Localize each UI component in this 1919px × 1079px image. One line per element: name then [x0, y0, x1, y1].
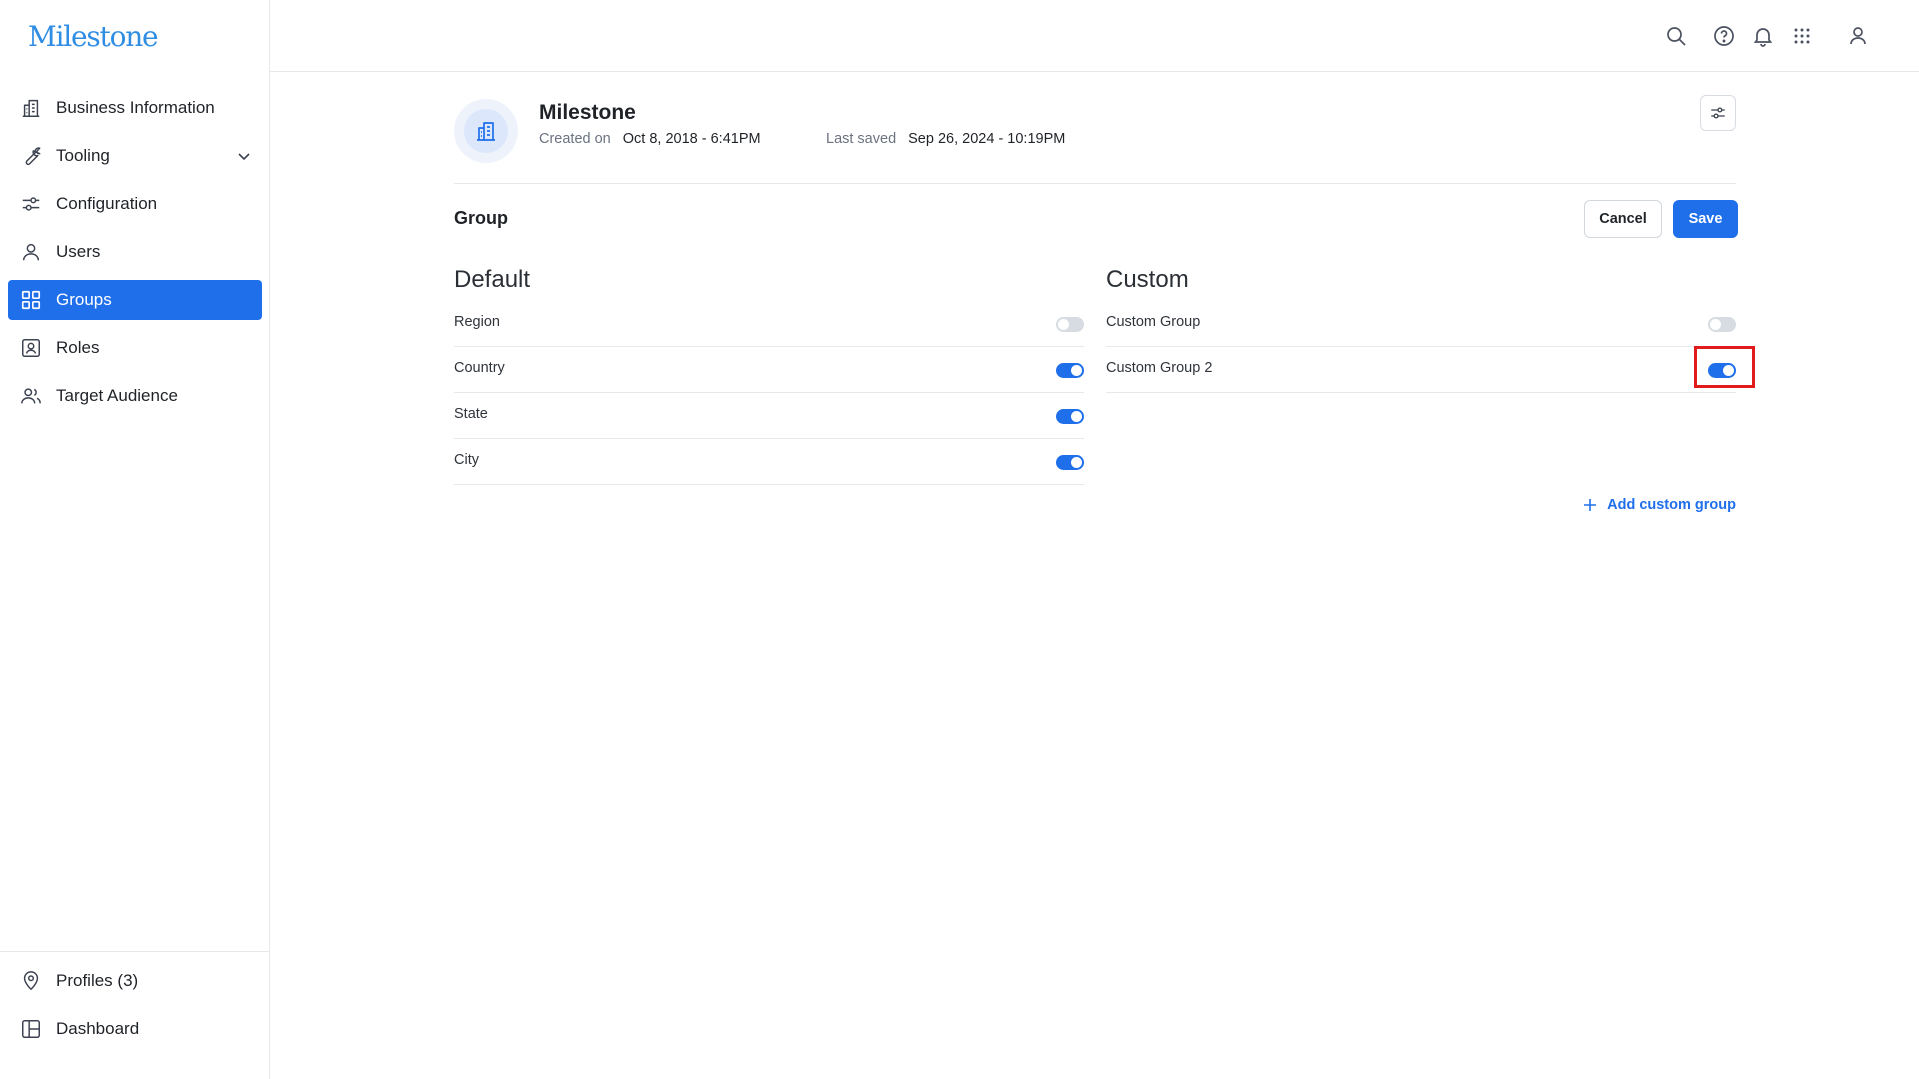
- sidebar-item-roles[interactable]: Roles: [8, 328, 262, 368]
- sidebar-bottom: Profiles (3) Dashboard: [0, 951, 269, 1038]
- sliders-icon: [20, 193, 42, 215]
- sidebar-item-label: Groups: [56, 290, 112, 309]
- plus-icon: [1583, 498, 1597, 512]
- group-label: Country: [454, 360, 505, 376]
- created-value: Oct 8, 2018 - 6:41PM: [622, 131, 761, 147]
- settings-button[interactable]: [1700, 95, 1736, 131]
- sidebar: Milestone Business Information Tooling C…: [0, 0, 270, 1079]
- user-icon: [20, 241, 42, 263]
- custom-group-2-toggle[interactable]: [1708, 363, 1736, 378]
- default-groups-panel: Default Region Country State City: [454, 265, 1084, 485]
- chevron-down-icon[interactable]: [236, 148, 252, 164]
- sidebar-item-tooling[interactable]: Tooling: [8, 136, 262, 176]
- profile-name: Milestone: [539, 101, 636, 124]
- sidebar-item-label: Target Audience: [56, 386, 178, 405]
- top-bar: [270, 0, 1919, 72]
- save-button[interactable]: Save: [1673, 200, 1738, 238]
- sidebar-item-groups[interactable]: Groups: [8, 280, 262, 320]
- grid-icon: [20, 289, 42, 311]
- sidebar-item-label: Users: [56, 242, 101, 261]
- sidebar-item-business-information[interactable]: Business Information: [8, 88, 262, 128]
- wrench-icon: [20, 145, 42, 167]
- profile-avatar: [454, 99, 518, 163]
- sidebar-item-label: Business Information: [56, 98, 215, 117]
- toggle-knob: [1071, 457, 1082, 468]
- apps-grid-icon[interactable]: [1790, 24, 1814, 48]
- toggle-knob: [1058, 319, 1069, 330]
- created-label: Created on: [539, 131, 611, 147]
- map-pin-icon: [20, 970, 42, 992]
- building-icon: [20, 97, 42, 119]
- group-label: Custom Group: [1106, 314, 1201, 330]
- saved-value: Sep 26, 2024 - 10:19PM: [908, 131, 1066, 147]
- sidebar-item-label: Configuration: [56, 194, 158, 213]
- sidebar-nav: Business Information Tooling Configurati…: [8, 88, 262, 424]
- custom-groups-panel: Custom Custom Group Custom Group 2: [1106, 265, 1755, 393]
- saved-label: Last saved: [826, 131, 897, 147]
- search-icon[interactable]: [1664, 24, 1688, 48]
- sidebar-item-dashboard[interactable]: Dashboard: [8, 1009, 262, 1049]
- add-custom-group-label: Add custom group: [1607, 497, 1736, 513]
- header-divider: [454, 183, 1736, 184]
- help-circle-icon[interactable]: [1712, 24, 1736, 48]
- group-row-region: Region: [454, 301, 1084, 347]
- sidebar-item-label: Roles: [56, 338, 100, 357]
- group-label: Custom Group 2: [1106, 360, 1213, 376]
- region-toggle[interactable]: [1056, 317, 1084, 332]
- bell-icon[interactable]: [1751, 24, 1775, 48]
- section-title: Group: [454, 208, 508, 228]
- city-toggle[interactable]: [1056, 455, 1084, 470]
- custom-group-toggle[interactable]: [1708, 317, 1736, 332]
- sidebar-item-profiles[interactable]: Profiles (3): [8, 961, 262, 1001]
- users-icon: [20, 385, 42, 407]
- created-meta: Created on Oct 8, 2018 - 6:41PM: [539, 131, 761, 147]
- country-toggle[interactable]: [1056, 363, 1084, 378]
- group-row-custom-group: Custom Group: [1106, 301, 1736, 347]
- toggle-knob: [1710, 319, 1721, 330]
- sidebar-item-label: Tooling: [56, 146, 110, 165]
- state-toggle[interactable]: [1056, 409, 1084, 424]
- sidebar-item-label: Dashboard: [56, 1019, 140, 1038]
- sidebar-item-target-audience[interactable]: Target Audience: [8, 376, 262, 416]
- sidebar-item-users[interactable]: Users: [8, 232, 262, 272]
- id-badge-icon: [20, 337, 42, 359]
- group-label: Region: [454, 314, 500, 330]
- layout-icon: [20, 1018, 42, 1040]
- group-label: City: [454, 452, 479, 468]
- group-row-country: Country: [454, 347, 1084, 393]
- cancel-button[interactable]: Cancel: [1584, 200, 1662, 238]
- toggle-knob: [1723, 365, 1734, 376]
- group-label: State: [454, 406, 488, 422]
- group-row-custom-group-2: Custom Group 2: [1106, 346, 1755, 393]
- default-groups-title: Default: [454, 266, 531, 293]
- toggle-knob: [1071, 365, 1082, 376]
- saved-meta: Last saved Sep 26, 2024 - 10:19PM: [826, 131, 1065, 147]
- sidebar-item-label: Profiles (3): [56, 971, 139, 990]
- account-icon[interactable]: [1846, 24, 1870, 48]
- building-icon: [474, 119, 498, 143]
- sidebar-item-configuration[interactable]: Configuration: [8, 184, 262, 224]
- brand-logo[interactable]: Milestone: [28, 20, 159, 53]
- custom-groups-title: Custom: [1106, 266, 1189, 293]
- sliders-icon: [1709, 104, 1727, 122]
- add-custom-group-link[interactable]: Add custom group: [1583, 497, 1736, 513]
- toggle-knob: [1071, 411, 1082, 422]
- group-row-city: City: [454, 439, 1084, 485]
- group-row-state: State: [454, 393, 1084, 439]
